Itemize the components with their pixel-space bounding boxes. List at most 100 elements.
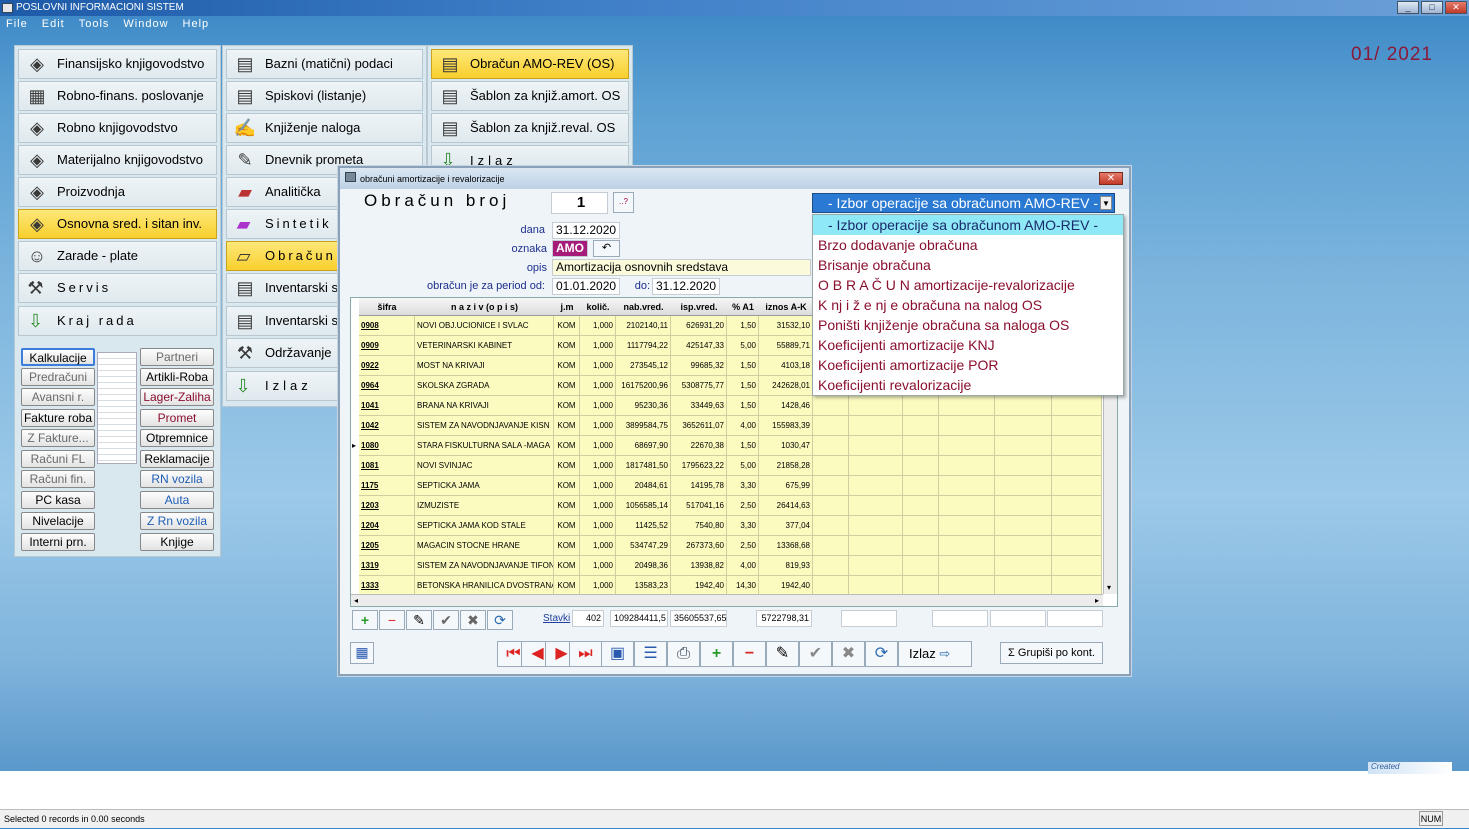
table-cell[interactable]: 20484,61 [616, 476, 671, 496]
table-cell[interactable]: SISTEM ZA NAVODNJAVANJE TIFON [415, 556, 554, 576]
table-cell-empty[interactable] [995, 536, 1052, 556]
table-cell[interactable]: 14,30 [727, 576, 759, 596]
table-cell[interactable]: KOM [554, 316, 580, 336]
table-cell[interactable]: KOM [554, 336, 580, 356]
dropdown-option[interactable]: Koeficijenti amortizacije KNJ [813, 335, 1123, 355]
table-cell[interactable]: KOM [554, 576, 580, 596]
delete-button[interactable]: − [733, 641, 766, 667]
col-header-kolic[interactable]: količ. [580, 298, 616, 316]
table-cell-empty[interactable] [995, 396, 1052, 416]
menu-edit[interactable]: Edit [42, 16, 65, 32]
table-cell-empty[interactable] [995, 576, 1052, 596]
col-header-isp[interactable]: isp.vred. [671, 298, 727, 316]
print-button[interactable]: ⎙ [667, 641, 700, 667]
col-header-iznos[interactable]: iznos A-K [759, 298, 813, 316]
table-cell[interactable]: BRANA NA KRIVAJI [415, 396, 554, 416]
table-cell[interactable]: 1205 [359, 536, 415, 556]
table-cell-empty[interactable] [939, 476, 995, 496]
table-cell[interactable]: 11425,52 [616, 516, 671, 536]
table-cell[interactable]: 1056585,14 [616, 496, 671, 516]
maximize-button[interactable]: □ [1421, 1, 1443, 14]
table-cell-empty[interactable] [849, 456, 903, 476]
table-cell-empty[interactable] [903, 396, 939, 416]
table-cell[interactable]: 1,000 [580, 536, 616, 556]
col-header-naziv[interactable]: n a z i v (o p i s) [415, 298, 554, 316]
table-cell[interactable]: 1,000 [580, 576, 616, 596]
table-cell[interactable]: 3652611,07 [671, 416, 727, 436]
table-cell[interactable]: 1,000 [580, 416, 616, 436]
menu-finansijsko[interactable]: ◈ Finansijsko knjigovodstvo [18, 49, 217, 79]
fakture-roba-button[interactable]: Fakture roba [21, 409, 95, 427]
table-cell[interactable]: 21858,28 [759, 456, 813, 476]
table-cell-empty[interactable] [995, 496, 1052, 516]
edit-row-button[interactable]: ✎ [406, 610, 432, 630]
menu-tools[interactable]: Tools [79, 16, 110, 32]
menu-kraj-rada[interactable]: ⇩ Kraj rada [18, 306, 217, 336]
interni-prn-button[interactable]: Interni prn. [21, 533, 95, 551]
menu-proizvodnja[interactable]: ◈ Proizvodnja [18, 177, 217, 207]
table-cell-empty[interactable] [903, 536, 939, 556]
table-cell-empty[interactable] [939, 516, 995, 536]
undo-button[interactable]: ↶ [593, 240, 620, 257]
list-button[interactable]: ☰ [634, 641, 667, 667]
table-cell[interactable]: IZMUZISTE [415, 496, 554, 516]
table-cell-empty[interactable] [813, 516, 849, 536]
edit-button[interactable]: ✎ [766, 641, 799, 667]
table-cell[interactable]: BETONSKA HRANILICA DVOSTRANA [415, 576, 554, 596]
table-cell[interactable]: STARA FISKULTURNA SALA -MAGA [415, 436, 554, 456]
table-cell[interactable]: KOM [554, 456, 580, 476]
table-cell[interactable]: 1333 [359, 576, 415, 596]
table-cell[interactable]: 31532,10 [759, 316, 813, 336]
table-cell[interactable]: 3,30 [727, 476, 759, 496]
table-cell[interactable]: 1,000 [580, 436, 616, 456]
knjige-button[interactable]: Knjige [140, 533, 214, 551]
table-cell[interactable]: KOM [554, 536, 580, 556]
table-cell[interactable]: 3,30 [727, 516, 759, 536]
table-cell[interactable]: 267373,60 [671, 536, 727, 556]
table-cell[interactable]: 1428,46 [759, 396, 813, 416]
table-cell-empty[interactable] [849, 536, 903, 556]
table-cell[interactable]: 1175 [359, 476, 415, 496]
z-rn-vozila-button[interactable]: Z Rn vozila [140, 512, 214, 530]
table-cell[interactable]: 1117794,22 [616, 336, 671, 356]
table-cell[interactable]: 0909 [359, 336, 415, 356]
table-cell-empty[interactable] [1052, 396, 1102, 416]
dropdown-option[interactable]: O B R A Č U N amortizacije-revalorizacij… [813, 275, 1123, 295]
table-cell-empty[interactable] [939, 576, 995, 596]
table-cell[interactable]: 22670,38 [671, 436, 727, 456]
table-row[interactable]: 1205 MAGACIN STOCNE HRANE KOM 1,000 534747,2… [359, 536, 1117, 556]
table-cell[interactable]: 13938,82 [671, 556, 727, 576]
table-cell-empty[interactable] [995, 476, 1052, 496]
table-cell[interactable]: SISTEM ZA NAVODNJAVANJE KISN [415, 416, 554, 436]
table-row[interactable]: 1333 BETONSKA HRANILICA DVOSTRANA KOM 1,000… [359, 576, 1117, 596]
col-header-sifra[interactable]: šifra [359, 298, 415, 316]
racuni-fin-button[interactable]: Računi fin. [21, 470, 95, 488]
table-cell[interactable]: KOM [554, 496, 580, 516]
period-do-field[interactable]: 31.12.2020 [652, 278, 720, 295]
table-row[interactable]: 1041 BRANA NA KRIVAJI KOM 1,000 95230,36 3344… [359, 396, 1117, 416]
confirm-row-button[interactable]: ✔ [433, 610, 459, 630]
table-cell-empty[interactable] [1052, 576, 1102, 596]
obracun-number-field[interactable]: 1 [551, 192, 608, 214]
table-cell-empty[interactable] [813, 536, 849, 556]
table-cell[interactable]: 16175200,96 [616, 376, 671, 396]
table-row[interactable]: 1080 STARA FISKULTURNA SALA -MAGA KOM 1,000… [359, 436, 1117, 456]
table-cell[interactable]: 626931,20 [671, 316, 727, 336]
table-cell[interactable]: 1,000 [580, 356, 616, 376]
refresh-button[interactable]: ⟳ [865, 641, 898, 667]
menu-spiskovi[interactable]: ▤ Spiskovi (listanje) [226, 81, 423, 111]
dana-field[interactable]: 31.12.2020 [552, 222, 620, 239]
table-cell[interactable]: 5,00 [727, 336, 759, 356]
table-cell-empty[interactable] [939, 396, 995, 416]
table-cell[interactable]: 1817481,50 [616, 456, 671, 476]
menu-bazni-podaci[interactable]: ▤ Bazni (matični) podaci [226, 49, 423, 79]
table-cell[interactable]: 5308775,77 [671, 376, 727, 396]
table-cell[interactable]: 1030,47 [759, 436, 813, 456]
table-cell[interactable]: 155983,39 [759, 416, 813, 436]
table-cell[interactable]: KOM [554, 476, 580, 496]
rn-vozila-button[interactable]: RN vozila [140, 470, 214, 488]
table-cell[interactable]: 1,000 [580, 556, 616, 576]
add-button[interactable]: + [700, 641, 733, 667]
table-cell-empty[interactable] [813, 476, 849, 496]
table-cell[interactable]: 1,50 [727, 396, 759, 416]
